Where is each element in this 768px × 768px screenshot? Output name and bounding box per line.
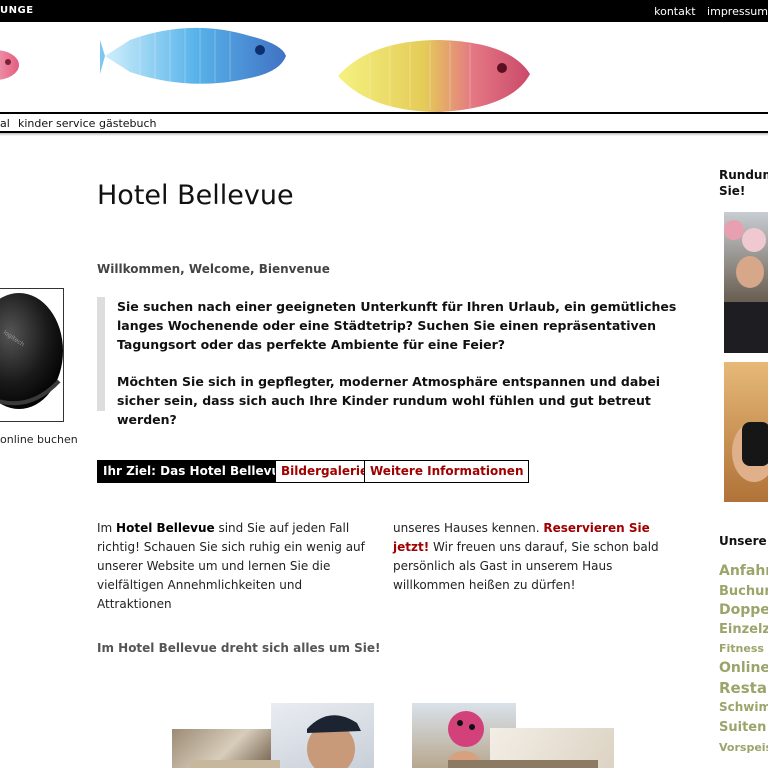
tab-weitere-informationen[interactable]: Weitere Informationen xyxy=(364,460,530,483)
intro-quote: Sie suchen nach einer geeigneten Unterku… xyxy=(97,297,689,427)
tag-link-doppel[interactable]: Doppel xyxy=(719,602,768,618)
sidebar-section-heading: Unsere xyxy=(719,534,767,548)
main-nav: al kinder service gästebuch xyxy=(0,114,768,132)
man-with-cap-image xyxy=(307,715,361,768)
col2-text-pre: unseres Hauses kennen. xyxy=(393,521,544,535)
mouse-image: logitech xyxy=(0,293,63,409)
tag-link-fitness[interactable]: Fitness u xyxy=(719,642,768,655)
gallery-photo-3[interactable] xyxy=(190,760,280,768)
nav-item-kinder[interactable]: kinder xyxy=(18,117,53,130)
tag-link-vorspeisen[interactable]: Vorspeis xyxy=(719,741,768,754)
tab-ihr-ziel[interactable]: Ihr Ziel: Das Hotel Bellevue xyxy=(97,460,295,483)
tag-link-suiten[interactable]: Suiten xyxy=(719,720,766,735)
flowers-couple-image xyxy=(724,220,768,353)
online-booking-link[interactable]: online buchen xyxy=(0,433,78,446)
top-links: kontakt impressum xyxy=(646,5,768,18)
yellow-red-fish-image xyxy=(338,40,530,112)
red-fish-image xyxy=(0,50,19,80)
mouse-product-image[interactable]: logitech xyxy=(0,288,64,422)
nav-item-service[interactable]: service xyxy=(56,117,95,130)
sidebar-heading: Rundum Sie! xyxy=(719,167,768,199)
col2-text-post: Wir freuen uns darauf, Sie schon bald pe… xyxy=(393,540,659,592)
col1-hotel-name: Hotel Bellevue xyxy=(116,521,215,535)
page-title: Hotel Bellevue xyxy=(97,180,294,211)
sidebar-photo-2[interactable] xyxy=(724,362,768,502)
tag-link-anfahrt[interactable]: Anfahrt xyxy=(719,563,768,579)
welcome-heading: Willkommen, Welcome, Bienvenue xyxy=(97,262,330,276)
tag-link-restaurant[interactable]: Restau xyxy=(719,679,768,697)
content-column-2: unseres Hauses kennen. Reservieren Sie j… xyxy=(393,519,683,595)
sidebar-heading-line-1: Rundum xyxy=(719,168,768,182)
phone-call-image xyxy=(732,422,768,482)
kontakt-link[interactable]: kontakt xyxy=(654,5,695,18)
gallery-photo-6[interactable] xyxy=(448,760,598,768)
nav-item-al[interactable]: al xyxy=(0,117,10,130)
site-brand: UNGE xyxy=(0,5,34,16)
tag-link-schwimmbad[interactable]: Schwim xyxy=(719,700,768,714)
blue-fish-image xyxy=(100,27,286,84)
header-banner xyxy=(0,22,768,112)
top-bar: UNGE kontakt impressum xyxy=(0,0,768,22)
tag-link-einzelzimmer[interactable]: Einzelzi xyxy=(719,622,768,637)
nav-item-gaestebuch[interactable]: gästebuch xyxy=(99,117,157,130)
tag-link-buchung[interactable]: Buchun xyxy=(719,584,768,599)
impressum-link[interactable]: impressum xyxy=(707,5,768,18)
tag-link-online[interactable]: Online xyxy=(719,660,768,676)
col1-text-pre: Im xyxy=(97,521,117,535)
tab-bildergalerie[interactable]: Bildergalerie xyxy=(275,460,375,483)
sidebar-heading-line-2: Sie! xyxy=(719,184,746,198)
sidebar-photo-1[interactable] xyxy=(724,212,768,353)
nav-shadow xyxy=(0,133,768,136)
content-column-1: Im Hotel Bellevue sind Sie auf jeden Fal… xyxy=(97,519,373,614)
intro-paragraph-2: Möchten Sie sich in gepflegter, moderner… xyxy=(117,374,660,427)
section-subheading: Im Hotel Bellevue dreht sich alles um Si… xyxy=(97,641,381,655)
intro-paragraph-1: Sie suchen nach einer geeigneten Unterku… xyxy=(117,299,677,352)
gallery-photo-2[interactable] xyxy=(271,703,374,768)
